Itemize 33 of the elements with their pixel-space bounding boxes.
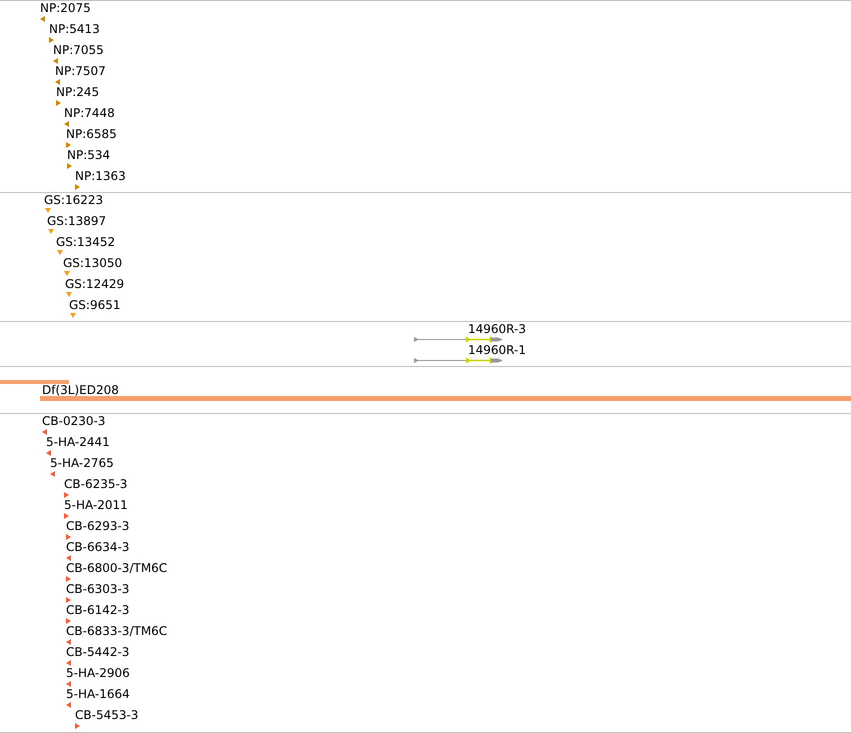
feature-label: GS:9651 — [69, 298, 120, 313]
feature-label: NP:7055 — [53, 43, 104, 58]
feature-label: GS:12429 — [65, 277, 124, 292]
feature-label: 5-HA-1664 — [66, 687, 130, 702]
feature-label: CB-6634-3 — [66, 540, 130, 555]
feature-label: GS:13050 — [63, 256, 122, 271]
feature-label: NP:5413 — [49, 22, 100, 37]
deficiency-label: Df(3L)ED208 — [41, 384, 119, 396]
feature-label: NP:7507 — [55, 64, 106, 79]
feature-label: NP:2075 — [40, 1, 91, 16]
feature-label: 5-HA-2011 — [64, 498, 128, 513]
feature-label: NP:6585 — [66, 127, 117, 142]
feature-label: CB-6303-3 — [66, 582, 130, 597]
feature-label: 5-HA-2441 — [46, 435, 110, 450]
transcript-label: 14960R-1 — [468, 343, 526, 357]
feature-label: CB-6235-3 — [64, 477, 128, 492]
feature-label: NP:534 — [67, 148, 110, 163]
feature-label: GS:16223 — [44, 193, 104, 208]
feature-label: CB-5442-3 — [66, 645, 130, 660]
feature-label: CB-6142-3 — [66, 603, 130, 618]
feature-label: NP:7448 — [64, 106, 115, 121]
feature-label: CB-6293-3 — [66, 519, 130, 534]
feature-label: GS:13897 — [47, 214, 106, 229]
feature-label: NP:245 — [56, 85, 100, 100]
feature-label: GS:13452 — [56, 235, 116, 250]
feature-label: CB-6833-3/TM6C — [66, 624, 168, 639]
feature-label: CB-6800-3/TM6C — [66, 561, 168, 576]
feature-label: 5-HA-2906 — [66, 666, 130, 681]
feature-label: CB-0230-3 — [42, 414, 106, 429]
feature-label: 5-HA-2765 — [50, 456, 114, 471]
transcript-label: 14960R-3 — [468, 322, 526, 336]
feature-label: NP:1363 — [75, 169, 126, 184]
feature-label: CB-5453-3 — [75, 708, 138, 723]
